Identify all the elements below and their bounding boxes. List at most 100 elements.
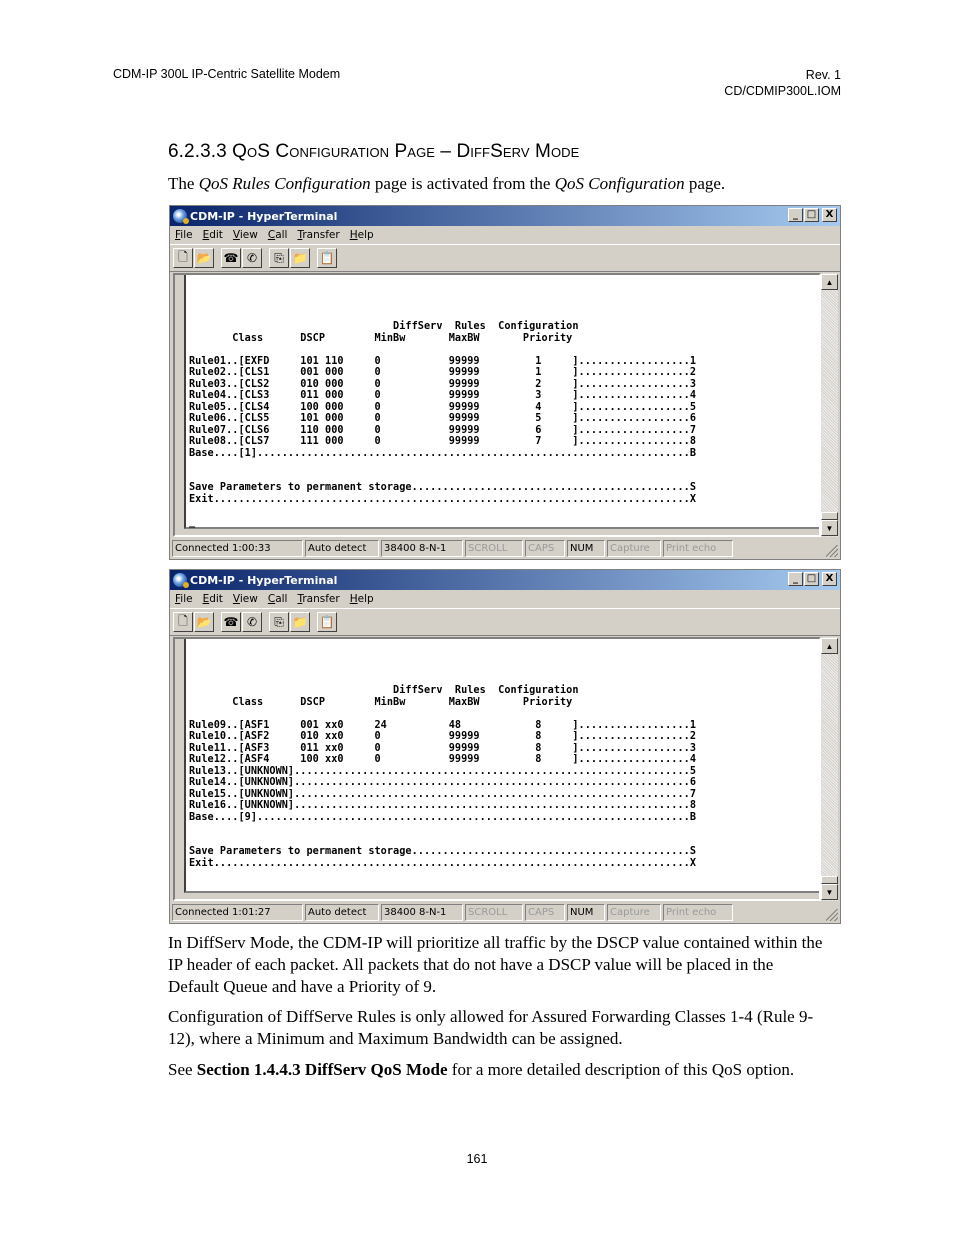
hyperterminal-app-icon[interactable] [173,573,189,588]
section-title: 6.2.3.3 QoS Configuration Page – DiffSer… [168,141,580,162]
resize-grip-icon[interactable] [826,545,838,557]
scroll-thumb[interactable] [821,512,838,520]
running-header-left: CDM-IP 300L IP-Centric Satellite Modem [113,67,341,81]
close-button[interactable]: X [822,572,837,586]
arrow-down-icon: ▼ [825,887,834,897]
connect-icon: ☎ [223,250,239,265]
status-print-echo: Print echo [663,904,733,921]
window-controls: _ □ X [788,208,837,222]
menu-view[interactable]: View [233,593,258,605]
connect-button[interactable]: ☎ [221,612,241,632]
arrow-up-icon: ▲ [825,641,834,651]
arrow-up-icon: ▲ [825,277,834,287]
status-caps: CAPS [525,904,565,921]
resize-grip-icon[interactable] [826,909,838,921]
toolbar: 🗋 📂 ☎ ✆ ⎘ 📁 📋 [170,609,840,636]
status-bar: Connected 1:00:33 Auto detect 38400 8-N-… [172,540,838,557]
connect-button[interactable]: ☎ [221,248,241,268]
properties-button[interactable]: 📋 [317,248,337,268]
menu-transfer[interactable]: Transfer [297,229,339,241]
menu-transfer[interactable]: Transfer [297,593,339,605]
menu-call[interactable]: Call [268,593,288,605]
hyperterminal-window-2: CDM-IP - HyperTerminal _ □ X File Edit V… [169,569,841,924]
status-print-echo: Print echo [663,540,733,557]
menu-bar: File Edit View Call Transfer Help [170,590,840,609]
status-capture: Capture [607,904,661,921]
maximize-button[interactable]: □ [804,572,819,586]
arrow-down-icon: ▼ [825,523,834,533]
window-title: CDM-IP - HyperTerminal [190,573,338,587]
title-bar[interactable]: CDM-IP - HyperTerminal _ □ X [170,570,840,590]
menu-edit[interactable]: Edit [203,593,223,605]
properties-icon: 📋 [319,250,335,265]
terminal-frame: DiffServ Rules Configuration Class DSCP … [173,273,821,537]
open-icon: 📂 [196,614,212,629]
connect-icon: ☎ [223,614,239,629]
scroll-down-button[interactable]: ▼ [821,884,838,900]
menu-call[interactable]: Call [268,229,288,241]
menu-file[interactable]: File [175,229,193,241]
menu-edit[interactable]: Edit [203,229,223,241]
body-paragraph-diffserv-mode: In DiffServ Mode, the CDM-IP will priori… [168,933,823,996]
new-icon: 🗋 [178,613,188,628]
open-button[interactable]: 📂 [194,612,214,632]
body-paragraph-see-section: See Section 1.4.4.3 DiffServ QoS Mode fo… [168,1059,828,1081]
terminal-screen[interactable]: DiffServ Rules Configuration Class DSCP … [184,639,819,893]
intro-emphasis-config: QoS Configuration [554,174,685,193]
status-capture: Capture [607,540,661,557]
window-title: CDM-IP - HyperTerminal [190,209,338,223]
minimize-button[interactable]: _ [788,572,803,586]
status-baud: 38400 8-N-1 [381,904,463,921]
intro-text: page is activated from the [370,174,555,193]
minimize-button[interactable]: _ [788,208,803,222]
send-button[interactable]: ⎘ [269,248,289,268]
receive-button[interactable]: 📁 [290,612,310,632]
scroll-up-button[interactable]: ▲ [821,274,838,290]
status-caps: CAPS [525,540,565,557]
new-icon: 🗋 [178,249,188,264]
menu-file[interactable]: File [175,593,193,605]
vertical-scrollbar[interactable]: ▲ ▼ [821,637,838,901]
menu-view[interactable]: View [233,229,258,241]
menu-help[interactable]: Help [350,229,374,241]
status-scroll: SCROLL [465,540,523,557]
terminal-output: DiffServ Rules Configuration Class DSCP … [189,685,697,869]
send-icon: ⎘ [274,250,284,265]
body-text: See [168,1060,197,1079]
running-header-right: Rev. 1 CD/CDMIP300L.IOM [724,67,841,99]
new-connection-button[interactable]: 🗋 [173,612,193,632]
intro-text: page. [684,174,726,193]
menu-bar: File Edit View Call Transfer Help [170,226,840,245]
terminal-output: DiffServ Rules Configuration Class DSCP … [189,321,697,528]
receive-icon: 📁 [292,250,308,265]
status-connected: Connected 1:00:33 [172,540,303,557]
disconnect-button[interactable]: ✆ [242,248,262,268]
send-button[interactable]: ⎘ [269,612,289,632]
vertical-scrollbar[interactable]: ▲ ▼ [821,273,838,537]
scroll-thumb[interactable] [821,876,838,884]
menu-help[interactable]: Help [350,593,374,605]
terminal-screen[interactable]: DiffServ Rules Configuration Class DSCP … [184,275,819,529]
scroll-up-button[interactable]: ▲ [821,638,838,654]
status-connected: Connected 1:01:27 [172,904,303,921]
page-number: 161 [466,1152,488,1166]
properties-button[interactable]: 📋 [317,612,337,632]
receive-button[interactable]: 📁 [290,248,310,268]
status-detect: Auto detect [305,540,379,557]
toolbar: 🗋 📂 ☎ ✆ ⎘ 📁 📋 [170,245,840,272]
disconnect-button[interactable]: ✆ [242,612,262,632]
new-connection-button[interactable]: 🗋 [173,248,193,268]
status-detect: Auto detect [305,904,379,921]
terminal-frame: DiffServ Rules Configuration Class DSCP … [173,637,821,901]
close-button[interactable]: X [822,208,837,222]
scroll-down-button[interactable]: ▼ [821,520,838,536]
status-baud: 38400 8-N-1 [381,540,463,557]
hyperterminal-app-icon[interactable] [173,209,189,224]
disconnect-icon: ✆ [246,250,258,265]
status-scroll: SCROLL [465,904,523,921]
maximize-button[interactable]: □ [804,208,819,222]
status-bar: Connected 1:01:27 Auto detect 38400 8-N-… [172,904,838,921]
title-bar[interactable]: CDM-IP - HyperTerminal _ □ X [170,206,840,226]
open-button[interactable]: 📂 [194,248,214,268]
window-controls: _ □ X [788,572,837,586]
